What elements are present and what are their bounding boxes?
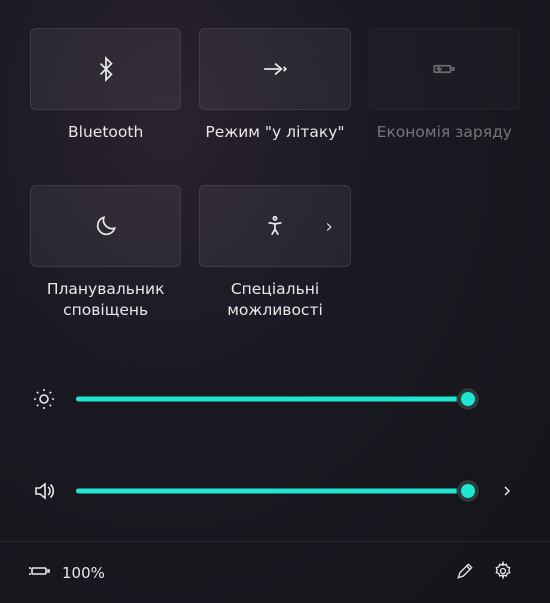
accessibility-icon — [262, 213, 288, 239]
bluetooth-label: Bluetooth — [68, 122, 143, 143]
pencil-icon — [455, 561, 475, 585]
bluetooth-tile[interactable] — [30, 28, 181, 110]
focus-assist-label: Планувальник сповіщень — [30, 279, 181, 321]
accessibility-tile[interactable] — [199, 185, 350, 267]
volume-row — [30, 459, 520, 523]
battery-saver-label: Економія заряду — [377, 122, 512, 143]
settings-button[interactable] — [484, 554, 522, 592]
focus-assist-tile[interactable] — [30, 185, 181, 267]
volume-expand-button[interactable] — [494, 483, 520, 499]
bluetooth-icon — [93, 56, 119, 82]
moon-icon — [93, 213, 119, 239]
battery-saver-icon — [431, 56, 457, 82]
battery-status-button[interactable]: 100% — [28, 559, 105, 587]
airplane-mode-tile[interactable] — [199, 28, 350, 110]
airplane-icon — [262, 56, 288, 82]
accessibility-label: Спеціальні можливості — [199, 279, 350, 321]
battery-saver-tile[interactable] — [369, 28, 520, 110]
brightness-thumb[interactable] — [457, 388, 479, 410]
brightness-icon — [30, 387, 58, 411]
airplane-mode-label: Режим "у літаку" — [205, 122, 344, 143]
footer: 100% — [0, 541, 550, 603]
brightness-slider[interactable] — [76, 387, 476, 411]
edit-button[interactable] — [446, 554, 484, 592]
battery-plug-icon — [28, 559, 52, 587]
volume-slider[interactable] — [76, 479, 476, 503]
battery-percent-text: 100% — [62, 564, 105, 582]
brightness-row — [30, 367, 520, 431]
chevron-right-icon — [322, 219, 336, 233]
quick-settings-tiles: Bluetooth Режим "у літаку" Економія заря… — [30, 28, 520, 321]
gear-icon — [493, 561, 513, 585]
volume-icon — [30, 479, 58, 503]
volume-thumb[interactable] — [457, 480, 479, 502]
